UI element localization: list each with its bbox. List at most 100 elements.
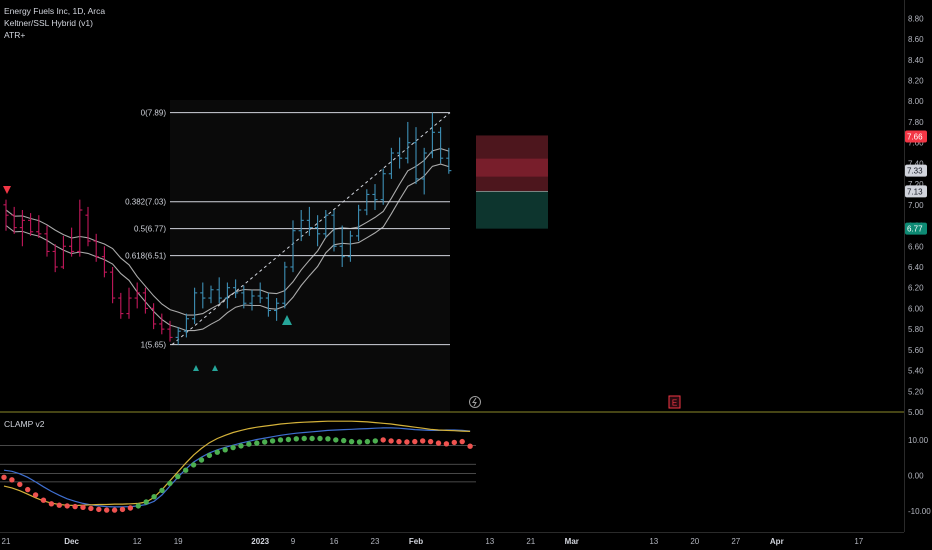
price-tick-label: 5.20 (908, 387, 924, 396)
time-tick-label: 12 (133, 537, 142, 546)
oscillator-dot (64, 503, 70, 509)
oscillator-dot (183, 467, 189, 473)
oscillator-dot (25, 486, 31, 493)
time-tick-label: 17 (854, 537, 863, 546)
price-tick-label: 6.00 (908, 304, 924, 313)
oscillator-dot (404, 439, 410, 445)
indicator-keltner-label[interactable]: Keltner/SSL Hybrid (v1) (4, 17, 93, 29)
time-tick-label: 21 (2, 537, 11, 546)
oscillator-dot (254, 440, 260, 446)
oscillator-dot (104, 507, 110, 513)
oscillator-dot (127, 505, 134, 511)
chart-background (0, 0, 932, 550)
price-tick-label: 8.40 (908, 56, 924, 65)
fib-level-label: 0(7.89) (141, 109, 167, 118)
chart-root: 0(7.89) 0.382(7.03) 0.5(6.77) 0.618(6.51) 1(… (0, 0, 932, 550)
oscillator-dot (412, 438, 418, 445)
oscillator-dot (467, 443, 473, 449)
oscillator-title[interactable]: CLAMP v2 (4, 418, 44, 430)
oscillator-dot (309, 435, 315, 442)
fib-level-label: 0.382(7.03) (125, 198, 166, 207)
price-tick-label: 7.80 (908, 118, 924, 127)
oscillator-dot (333, 437, 339, 443)
oscillator-dot (190, 462, 197, 468)
oscillator-dot (451, 439, 457, 446)
oscillator-dot (427, 438, 434, 445)
price-badge-label: 7.66 (907, 132, 923, 141)
price-tick-label: 8.00 (908, 97, 924, 106)
time-tick-label: Feb (409, 537, 423, 546)
price-badge-label: 6.77 (907, 225, 923, 234)
oscillator-dot (420, 438, 426, 444)
time-tick-label: 2023 (251, 537, 269, 546)
price-badge-label: 7.33 (907, 167, 923, 176)
time-tick-label: Apr (770, 537, 784, 546)
time-tick-label: 16 (330, 537, 339, 546)
target-zone (476, 191, 548, 229)
oscillator-dot (341, 437, 347, 444)
oscillator-dot (246, 441, 252, 447)
time-tick-label: 27 (731, 537, 740, 546)
background-layer (0, 0, 932, 550)
oscillator-dot (151, 494, 157, 500)
oscillator-dot (198, 457, 205, 463)
oscillator-dot (167, 480, 173, 486)
oscillator-dot (1, 474, 7, 480)
price-tick-label: 8.80 (908, 14, 924, 23)
oscillator-tick-label: 0.00 (908, 472, 924, 481)
time-tick-label: 13 (485, 537, 494, 546)
oscillator-dot (119, 506, 126, 513)
time-tick-label: Dec (64, 537, 79, 546)
price-tick-label: 8.20 (908, 77, 924, 86)
oscillator-dot (396, 438, 402, 445)
risk-reward-zones (476, 135, 548, 229)
oscillator-dot (96, 506, 102, 513)
time-tick-label: 21 (526, 537, 535, 546)
price-tick-label: 6.20 (908, 284, 924, 293)
time-tick-label: 9 (291, 537, 296, 546)
oscillator-dot (348, 438, 355, 445)
price-tick-label: 5.60 (908, 346, 924, 355)
price-tick-label: 6.60 (908, 242, 924, 251)
oscillator-dot (277, 437, 284, 443)
oscillator-dot (17, 481, 23, 488)
symbol-title[interactable]: Energy Fuels Inc, 1D, Arca (4, 5, 105, 17)
oscillator-dot (372, 438, 378, 444)
oscillator-dot (40, 497, 47, 503)
oscillator-dot (222, 447, 228, 453)
oscillator-dot (269, 438, 276, 444)
oscillator-tick-label: -10.00 (908, 507, 931, 516)
oscillator-dot (48, 501, 55, 507)
oscillator-dot (143, 499, 149, 505)
oscillator-dot (262, 439, 268, 445)
chart-canvas[interactable]: 0(7.89) 0.382(7.03) 0.5(6.77) 0.618(6.51) 1(… (0, 0, 932, 550)
oscillator-dot (293, 436, 299, 442)
stop-loss-zone-core (476, 158, 548, 177)
oscillator-dot (356, 439, 363, 445)
price-tick-label: 5.80 (908, 325, 924, 334)
fib-level-label: 1(5.65) (141, 341, 167, 350)
oscillator-dot (80, 504, 86, 510)
oscillator-dot (88, 505, 94, 512)
price-tick-label: 7.00 (908, 201, 924, 210)
oscillator-dot (317, 435, 323, 442)
oscillator-dot (111, 507, 118, 513)
earnings-icon-letter: E (672, 399, 677, 408)
price-tick-label: 5.00 (908, 408, 924, 417)
oscillator-dot (56, 502, 62, 508)
price-badge-label: 7.13 (907, 187, 923, 196)
oscillator-dot (285, 436, 292, 443)
price-tick-label: 5.40 (908, 367, 924, 376)
price-tick-label: 6.40 (908, 263, 924, 272)
oscillator-dot (72, 503, 78, 510)
time-tick-label: 13 (649, 537, 658, 546)
oscillator-dot (230, 444, 236, 451)
indicator-atr-label[interactable]: ATR+ (4, 29, 25, 41)
time-tick-label: 19 (174, 537, 183, 546)
time-tick-label: 20 (690, 537, 699, 546)
fib-level-label: 0.5(6.77) (134, 225, 166, 234)
oscillator-dot (459, 438, 465, 445)
oscillator-dot (135, 503, 141, 509)
oscillator-dot (443, 441, 450, 447)
oscillator-dot (175, 473, 181, 480)
